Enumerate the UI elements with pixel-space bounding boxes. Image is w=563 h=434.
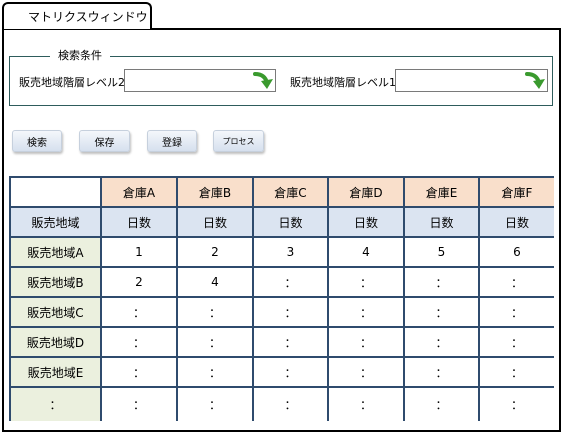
search-condition-legend: 検索条件	[50, 50, 110, 62]
matrix-value-cell[interactable]: ：	[405, 388, 478, 421]
region-label-cell: 販売地域C	[11, 298, 100, 326]
days-header: 日数	[329, 208, 403, 236]
process-button[interactable]: プロセス	[213, 130, 264, 152]
matrix-value-cell[interactable]: ：	[480, 328, 554, 356]
matrix-value-cell[interactable]: 3	[254, 238, 327, 266]
matrix-grid: 倉庫A 倉庫B 倉庫C 倉庫D 倉庫E 倉庫F 販売地域 日数 日数 日数 日数 日数 日数 販売地域A 1…	[9, 176, 554, 421]
region-label-cell: ：	[11, 388, 100, 421]
matrix-value-cell[interactable]: ：	[329, 298, 403, 326]
warehouse-header: 倉庫A	[102, 178, 176, 206]
search-condition-group: 検索条件 販売地域階層レベル2 販売地域階層レベル1	[9, 50, 553, 106]
days-header: 日数	[480, 208, 554, 236]
matrix-value-cell[interactable]: ：	[405, 328, 478, 356]
matrix-value-cell[interactable]: ：	[178, 298, 252, 326]
window-tab[interactable]: マトリクスウィンドウ	[2, 2, 152, 29]
matrix-value-cell[interactable]: ：	[178, 328, 252, 356]
days-header: 日数	[405, 208, 478, 236]
search-button[interactable]: 検索	[12, 130, 62, 152]
matrix-value-cell[interactable]: ：	[405, 298, 478, 326]
matrix-value-cell[interactable]: ：	[480, 358, 554, 386]
matrix-value-cell[interactable]: 1	[102, 238, 176, 266]
matrix-value-cell[interactable]: ：	[254, 268, 327, 296]
region-label-cell: 販売地域B	[11, 268, 100, 296]
matrix-value-cell[interactable]: ：	[405, 268, 478, 296]
warehouse-header: 倉庫E	[405, 178, 478, 206]
matrix-value-cell[interactable]: 2	[178, 238, 252, 266]
matrix-value-cell[interactable]: ：	[178, 388, 252, 421]
days-header: 日数	[102, 208, 176, 236]
level2-go-icon[interactable]	[252, 68, 276, 92]
matrix-value-cell[interactable]: ：	[480, 268, 554, 296]
warehouse-header: 倉庫F	[480, 178, 554, 206]
matrix-value-cell[interactable]: ：	[102, 388, 176, 421]
level1-label: 販売地域階層レベル1	[290, 76, 396, 89]
days-header: 日数	[254, 208, 327, 236]
matrix-value-cell[interactable]: ：	[329, 388, 403, 421]
matrix-value-cell[interactable]: 4	[178, 268, 252, 296]
matrix-value-cell[interactable]: ：	[254, 358, 327, 386]
matrix-value-cell[interactable]: ：	[480, 388, 554, 421]
level1-go-icon[interactable]	[524, 68, 548, 92]
matrix-value-cell[interactable]: ：	[102, 358, 176, 386]
matrix-value-cell[interactable]: ：	[178, 358, 252, 386]
warehouse-header: 倉庫B	[178, 178, 252, 206]
matrix-value-cell[interactable]: ：	[480, 298, 554, 326]
region-label-cell: 販売地域D	[11, 328, 100, 356]
matrix-value-cell[interactable]: ：	[329, 268, 403, 296]
matrix-value-cell[interactable]: ：	[254, 298, 327, 326]
matrix-value-cell[interactable]: ：	[405, 358, 478, 386]
region-header: 販売地域	[11, 208, 100, 236]
level2-label: 販売地域階層レベル2	[19, 76, 125, 89]
region-label-cell: 販売地域A	[11, 238, 100, 266]
matrix-value-cell[interactable]: ：	[254, 328, 327, 356]
warehouse-header: 倉庫C	[254, 178, 327, 206]
window-tab-title: マトリクスウィンドウ	[28, 10, 148, 24]
warehouse-header: 倉庫D	[329, 178, 403, 206]
matrix-value-cell[interactable]: 6	[480, 238, 554, 266]
matrix-value-cell[interactable]: 5	[405, 238, 478, 266]
matrix-value-cell[interactable]: ：	[102, 298, 176, 326]
save-button[interactable]: 保存	[79, 130, 130, 152]
matrix-value-cell[interactable]: ：	[329, 358, 403, 386]
matrix-corner-cell	[11, 178, 100, 206]
region-label-cell: 販売地域E	[11, 358, 100, 386]
matrix-value-cell[interactable]: 2	[102, 268, 176, 296]
register-button[interactable]: 登録	[147, 130, 197, 152]
matrix-value-cell[interactable]: ：	[254, 388, 327, 421]
matrix-value-cell[interactable]: 4	[329, 238, 403, 266]
days-header: 日数	[178, 208, 252, 236]
matrix-value-cell[interactable]: ：	[102, 328, 176, 356]
matrix-value-cell[interactable]: ：	[329, 328, 403, 356]
